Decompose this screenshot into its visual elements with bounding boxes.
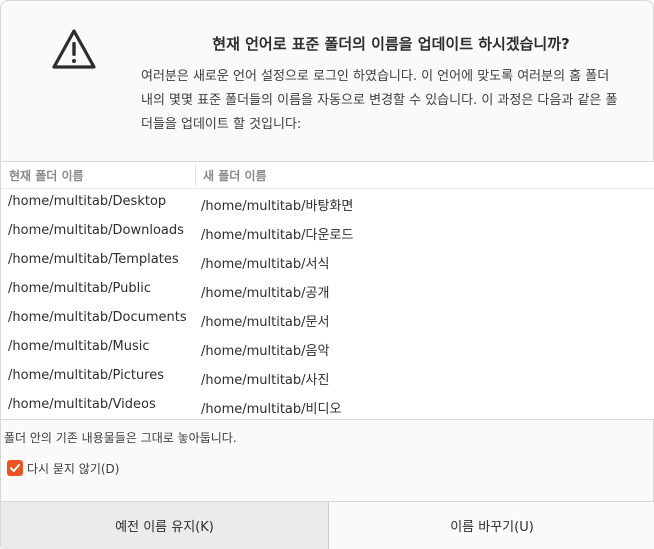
- current-folder-cell: /home/multitab/Public: [8, 281, 152, 296]
- table-header: 현재 폴더 이름 새 폴더 이름: [1, 162, 654, 189]
- dont-ask-again-label[interactable]: 다시 묻지 않기(D): [27, 460, 119, 477]
- keep-old-names-button[interactable]: 예전 이름 유지(K): [1, 502, 329, 549]
- current-folder-cell: /home/multitab/Templates: [8, 252, 179, 267]
- column-divider: [195, 164, 196, 186]
- checkbox-checked-icon[interactable]: [7, 460, 23, 476]
- update-names-button[interactable]: 이름 바꾸기(U): [329, 502, 654, 549]
- current-folder-cell: /home/multitab/Desktop: [8, 194, 167, 209]
- new-folder-cell: /home/multitab/바탕화면: [201, 199, 354, 214]
- new-folder-cell: /home/multitab/서식: [201, 257, 330, 272]
- table-row[interactable]: /home/multitab/Documents/home/multitab/문…: [1, 304, 654, 333]
- table-row[interactable]: /home/multitab/Public/home/multitab/공개: [1, 275, 654, 304]
- current-folder-cell: /home/multitab/Music: [8, 339, 150, 354]
- new-folder-cell: /home/multitab/사진: [201, 373, 330, 388]
- folder-table[interactable]: 현재 폴더 이름 새 폴더 이름 /home/multitab/Desktop /…: [1, 161, 654, 420]
- table-row[interactable]: /home/multitab/Pictures/home/multitab/사진: [1, 362, 654, 391]
- current-folder-cell: /home/multitab/Documents: [8, 310, 187, 325]
- new-folder-cell: /home/multitab/공개: [201, 286, 330, 301]
- column-header-current[interactable]: 현재 폴더 이름: [9, 167, 84, 184]
- dialog-title: 현재 언어로 표준 폴더의 이름을 업데이트 하시겠습니까?: [212, 35, 570, 53]
- folder-rename-dialog: 현재 언어로 표준 폴더의 이름을 업데이트 하시겠습니까? 여러분은 새로운 …: [0, 0, 654, 549]
- dialog-description: 여러분은 새로운 언어 설정으로 로그인 하였습니다. 이 언어에 맞도록 여러…: [141, 69, 618, 132]
- column-header-new[interactable]: 새 폴더 이름: [203, 167, 267, 184]
- new-folder-cell: /home/multitab/문서: [201, 315, 330, 330]
- table-row[interactable]: /home/multitab/Music/home/multitab/음악: [1, 333, 654, 362]
- new-folder-cell: /home/multitab/비디오: [201, 402, 342, 417]
- button-bar: 예전 이름 유지(K) 이름 바꾸기(U): [1, 501, 654, 549]
- current-folder-cell: /home/multitab/Downloads: [8, 223, 184, 238]
- table-row[interactable]: /home/multitab/Downloads/home/multitab/다…: [1, 217, 654, 246]
- warning-triangle-icon: [52, 29, 96, 69]
- table-row[interactable]: /home/multitab/Videos/home/multitab/비디오: [1, 391, 654, 420]
- contents-note: 폴더 안의 기존 내용물들은 그대로 놓아둡니다.: [4, 431, 237, 445]
- table-row[interactable]: /home/multitab/Templates/home/multitab/서…: [1, 246, 654, 275]
- new-folder-cell: /home/multitab/다운로드: [201, 228, 354, 243]
- current-folder-cell: /home/multitab/Pictures: [8, 368, 165, 383]
- current-folder-cell: /home/multitab/Videos: [8, 397, 156, 412]
- new-folder-cell: /home/multitab/음악: [201, 344, 330, 359]
- table-row[interactable]: /home/multitab/Desktop/home/multitab/바탕화…: [1, 188, 654, 217]
